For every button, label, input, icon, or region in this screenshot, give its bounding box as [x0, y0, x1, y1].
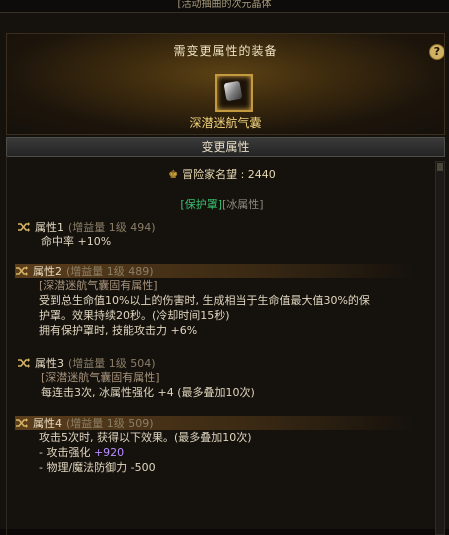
equipment-header: 需变更属性的装备 ? 深潜迷航气囊: [6, 33, 445, 135]
attribute-1-name: 属性1: [35, 221, 64, 234]
tag-protect: [保护罩]: [180, 198, 222, 211]
attribute-3[interactable]: 属性3 (增益量 1级 504) [深潜迷航气囊固有属性] 每连击3次, 冰属性…: [17, 356, 255, 400]
attribute-4-line-2: - 攻击强化 +920: [15, 445, 415, 460]
item-name: 深潜迷航气囊: [189, 116, 262, 130]
help-icon[interactable]: ?: [429, 44, 444, 60]
attribute-2-sub: [深潜迷航气囊固有属性]: [39, 279, 158, 292]
attribute-3-sub: [深潜迷航气囊固有属性]: [41, 371, 160, 384]
window-top-caption: [活动抽曲的次元晶体: [0, 0, 449, 12]
item-icon: [223, 80, 243, 102]
attribute-2-line-2: 护罩。效果持续20秒。(冷却时间15秒): [39, 309, 230, 322]
scrollbar-thumb[interactable]: [437, 163, 443, 171]
tag-element: [冰属性]: [222, 198, 264, 211]
shuffle-icon[interactable]: [15, 265, 29, 277]
attribute-1-meta: (增益量 1级 494): [68, 221, 156, 234]
attribute-4[interactable]: 属性4 (增益量 1级 509) 攻击5次时, 获得以下效果。(最多叠加10次)…: [15, 416, 415, 475]
adventurer-fame: ♚ 冒险家名望 : 2440: [7, 166, 437, 182]
attribute-4-bonus: +920: [93, 446, 125, 459]
attribute-3-header[interactable]: 属性3 (增益量 1级 504): [17, 356, 255, 370]
attribute-3-name: 属性3: [35, 357, 64, 370]
attribute-4-meta: (增益量 1级 509): [66, 417, 154, 430]
attribute-2-header[interactable]: 属性2 (增益量 1级 489): [15, 264, 415, 278]
shuffle-icon[interactable]: [17, 357, 31, 369]
attribute-3-line-1: 每连击3次, 冰属性强化 +4 (最多叠加10次): [41, 386, 255, 399]
fame-label: 冒险家名望 : 2440: [182, 168, 276, 181]
section-title-bar: 变更属性: [6, 137, 445, 157]
attribute-2-meta: (增益量 1级 489): [66, 265, 154, 278]
attribute-2-line-3: 拥有保护罩时, 技能攻击力 +6%: [39, 324, 198, 337]
attribute-2[interactable]: 属性2 (增益量 1级 489) [深潜迷航气囊固有属性] 受到总生命值10%以…: [15, 264, 415, 338]
attribute-3-meta: (增益量 1级 504): [68, 357, 156, 370]
attribute-4-line-2-text: - 攻击强化: [39, 446, 91, 459]
attribute-content: ♚ 冒险家名望 : 2440 [保护罩][冰属性] 属性1 (增益量 1级 494…: [6, 156, 437, 535]
attribute-change-panel: 需变更属性的装备 ? 深潜迷航气囊 变更属性 ♚ 冒险家名望 : 2440 [保护…: [0, 12, 449, 535]
attribute-1-header[interactable]: 属性1 (增益量 1级 494): [17, 220, 156, 234]
attribute-2-line-1: 受到总生命值10%以上的伤害时, 生成相当于生命值最大值30%的保: [39, 294, 370, 307]
fame-icon: ♚: [168, 168, 179, 181]
attribute-4-line-3: - 物理/魔法防御力 -500: [39, 461, 156, 474]
equipment-tags: [保护罩][冰属性]: [7, 196, 437, 212]
attribute-4-line-1: 攻击5次时, 获得以下效果。(最多叠加10次): [39, 431, 252, 444]
shuffle-icon[interactable]: [17, 221, 31, 233]
attribute-2-name: 属性2: [33, 265, 62, 278]
attribute-1-line-1: 命中率 +10%: [41, 235, 112, 248]
attribute-1[interactable]: 属性1 (增益量 1级 494) 命中率 +10%: [17, 220, 156, 249]
header-title: 需变更属性的装备: [173, 44, 278, 58]
shuffle-icon[interactable]: [15, 417, 29, 429]
attribute-4-header[interactable]: 属性4 (增益量 1级 509): [15, 416, 415, 430]
attribute-4-name: 属性4: [33, 417, 62, 430]
item-slot[interactable]: [215, 74, 253, 112]
